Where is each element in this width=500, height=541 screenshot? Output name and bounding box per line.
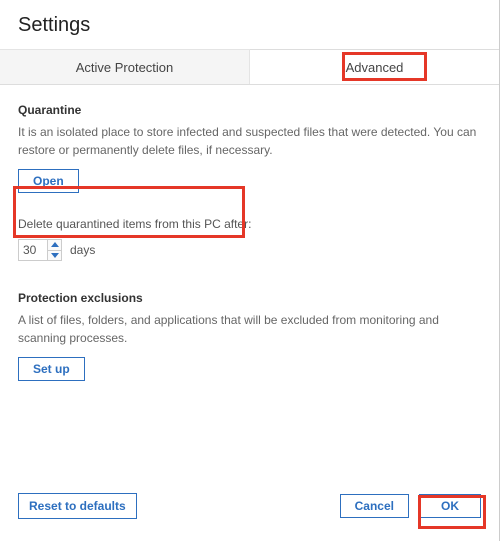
- cancel-button[interactable]: Cancel: [340, 494, 409, 518]
- open-button[interactable]: Open: [18, 169, 79, 193]
- stepper-down[interactable]: [48, 251, 61, 261]
- quarantine-section: Quarantine It is an isolated place to st…: [18, 101, 481, 261]
- setup-button[interactable]: Set up: [18, 357, 85, 381]
- tabs: Active Protection Advanced: [0, 49, 499, 85]
- tab-label: Active Protection: [76, 60, 174, 75]
- days-unit-label: days: [70, 241, 95, 259]
- quarantine-title: Quarantine: [18, 101, 481, 119]
- ok-button[interactable]: OK: [419, 494, 481, 518]
- exclusions-desc: A list of files, folders, and applicatio…: [18, 311, 481, 347]
- stepper-up[interactable]: [48, 240, 61, 251]
- page-title: Settings: [0, 0, 499, 49]
- days-input[interactable]: [18, 239, 48, 261]
- content-panel: Quarantine It is an isolated place to st…: [0, 85, 499, 485]
- exclusions-title: Protection exclusions: [18, 289, 481, 307]
- chevron-up-icon: [51, 242, 59, 247]
- chevron-down-icon: [51, 253, 59, 258]
- tab-advanced[interactable]: Advanced: [250, 49, 499, 84]
- tab-active-protection[interactable]: Active Protection: [0, 49, 250, 84]
- delete-after-label: Delete quarantined items from this PC af…: [18, 215, 481, 233]
- tab-label: Advanced: [346, 60, 404, 75]
- reset-button[interactable]: Reset to defaults: [18, 493, 137, 519]
- exclusions-section: Protection exclusions A list of files, f…: [18, 289, 481, 381]
- days-stepper: [48, 239, 62, 261]
- footer: Reset to defaults Cancel OK: [0, 485, 499, 541]
- quarantine-desc: It is an isolated place to store infecte…: [18, 123, 481, 159]
